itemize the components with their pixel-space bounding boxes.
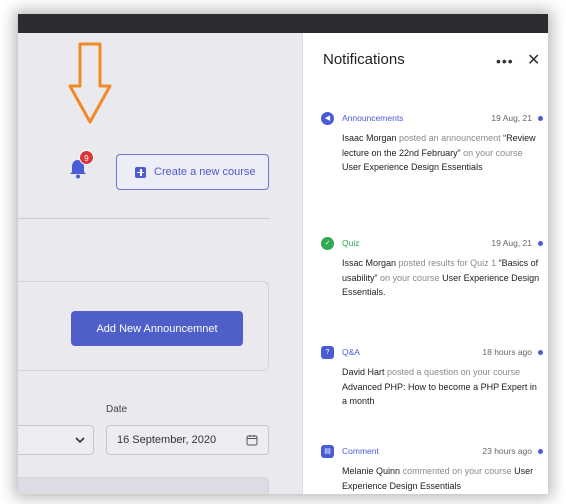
top-bar — [18, 14, 548, 33]
notification-item[interactable]: ✓ Quiz 19 Aug, 21 Issac Morgan posted re… — [321, 236, 543, 300]
main-content: 9 Create a new course Add New Announcemn… — [18, 33, 302, 494]
notification-item[interactable]: ▤ Comment 23 hours ago Melanie Quinn com… — [321, 444, 543, 493]
megaphone-icon: ◀ — [321, 111, 334, 125]
comment-icon: ▤ — [321, 444, 334, 458]
notification-type: Announcements — [342, 113, 404, 123]
quiz-icon: ✓ — [321, 236, 334, 250]
chevron-down-icon — [75, 437, 85, 444]
plus-icon — [135, 166, 146, 178]
close-icon[interactable]: ✕ — [527, 50, 540, 70]
qa-icon: ? — [321, 345, 334, 359]
add-announcement-button[interactable]: Add New Announcemnet — [71, 311, 243, 346]
notifications-panel: Notifications ••• ✕ ◀ Announcements 19 A… — [302, 33, 548, 494]
unread-dot — [538, 349, 543, 355]
notification-verb: posted results for Quiz 1 — [398, 258, 497, 268]
notification-actor: David Hart — [342, 367, 385, 377]
down-arrow-annotation-icon — [68, 42, 112, 124]
notification-item[interactable]: ◀ Announcements 19 Aug, 21 Isaac Morgan … — [321, 111, 543, 175]
notifications-bell-button[interactable]: 9 — [65, 150, 95, 184]
notification-course: User Experience Design Essentials — [342, 162, 483, 172]
notification-time: 19 Aug, 21 — [491, 113, 532, 123]
notification-verb: posted an announcement — [399, 133, 501, 143]
notification-actor: Issac Morgan — [342, 258, 397, 268]
more-options-icon[interactable]: ••• — [496, 53, 514, 69]
create-course-button[interactable]: Create a new course — [116, 154, 269, 190]
notification-type: Q&A — [342, 347, 360, 357]
course-select[interactable] — [18, 425, 94, 455]
notification-time: 19 Aug, 21 — [491, 238, 532, 248]
notification-verb: commented on your course — [402, 466, 512, 476]
date-input[interactable]: 16 September, 2020 — [106, 425, 269, 455]
create-course-label: Create a new course — [154, 166, 256, 178]
unread-dot — [538, 115, 543, 121]
notification-text: David Hart posted a question on your cou… — [342, 365, 543, 409]
notification-actor: Isaac Morgan — [342, 133, 397, 143]
section-divider — [18, 218, 270, 219]
notification-text: Melanie Quinn commented on your course U… — [342, 464, 543, 493]
date-label: Date — [106, 404, 128, 415]
notification-time: 18 hours ago — [482, 347, 532, 357]
calendar-icon — [246, 435, 258, 446]
notification-text: Isaac Morgan posted an announcement “Rev… — [342, 131, 543, 175]
bottom-card — [18, 477, 269, 494]
notification-verb: posted a question on your course — [387, 367, 521, 377]
notification-actor: Melanie Quinn — [342, 466, 401, 476]
notification-course: Advanced PHP: How to become a PHP Expert… — [342, 381, 537, 407]
panel-title: Notifications — [323, 51, 405, 68]
notification-text: Issac Morgan posted results for Quiz 1 “… — [342, 256, 543, 300]
notification-prep: on your course — [380, 272, 440, 283]
notification-item[interactable]: ? Q&A 18 hours ago David Hart posted a q… — [321, 345, 543, 409]
notification-prep: on your course — [463, 147, 523, 158]
unread-dot — [538, 240, 543, 246]
notification-type: Quiz — [342, 238, 360, 248]
unread-dot — [538, 448, 543, 454]
notification-type: Comment — [342, 446, 379, 456]
date-value: 16 September, 2020 — [117, 434, 217, 446]
notification-time: 23 hours ago — [482, 446, 532, 456]
notification-count-badge: 9 — [79, 150, 94, 165]
app-window: 9 Create a new course Add New Announcemn… — [18, 14, 548, 494]
